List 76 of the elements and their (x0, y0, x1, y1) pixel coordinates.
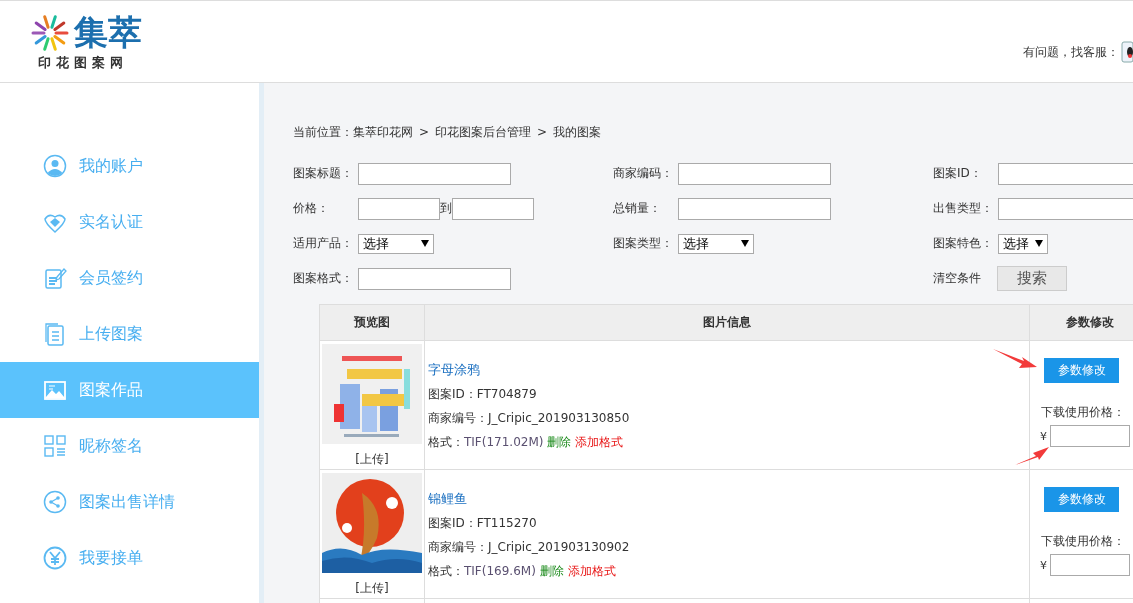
price-input[interactable] (1050, 425, 1130, 447)
image-icon (43, 378, 67, 402)
currency-symbol: ¥ (1040, 558, 1047, 572)
field-label: 出售类型： (933, 200, 994, 217)
select-field[interactable]: 选择 (358, 233, 434, 254)
input-field[interactable] (678, 162, 831, 185)
sidebar-item[interactable]: 会员签约 (0, 250, 259, 306)
field-label: 商家编码： (613, 165, 674, 182)
breadcrumb-separator: > (419, 125, 430, 139)
chat-icon[interactable] (1121, 41, 1133, 63)
add-format-link[interactable]: 添加格式 (567, 562, 616, 580)
price-label: 下载使用价格： (1041, 404, 1125, 421)
caret-icon (741, 240, 749, 247)
edit-parameters-button[interactable]: 参数修改 (1044, 487, 1119, 512)
caret-icon (421, 240, 429, 247)
sidebar-item[interactable]: 昵称签名 (0, 418, 259, 474)
pattern-id: 图案ID：FT704879 (428, 385, 537, 403)
edit-parameters-button[interactable]: 参数修改 (1044, 358, 1119, 383)
field-label: 总销量： (613, 200, 662, 217)
caret-icon (1035, 240, 1043, 247)
add-format-link[interactable]: 添加格式 (575, 433, 624, 451)
sidebar-item[interactable]: 我的账户 (0, 138, 259, 194)
price-label: 下载使用价格： (1041, 533, 1125, 550)
input-field[interactable] (998, 197, 1133, 220)
format-info: 格式：TIF(171.02M) (428, 433, 544, 451)
service-text: 有问题，找客服： (1023, 43, 1119, 61)
document-icon (43, 322, 67, 346)
breadcrumb-label: 当前位置：集萃印花网 (293, 123, 413, 141)
user-icon (43, 154, 67, 178)
upload-link[interactable]: [上传] (355, 580, 389, 597)
input-field[interactable] (358, 267, 511, 290)
column-header: 参数修改 (1066, 314, 1114, 331)
pattern-id: 图案ID：FT115270 (428, 514, 537, 532)
price-input[interactable] (1050, 554, 1130, 576)
logo-name: 集萃 (74, 11, 143, 54)
currency-symbol: ¥ (1040, 429, 1047, 443)
select-field[interactable]: 选择 (678, 233, 754, 254)
input-field[interactable] (452, 197, 534, 220)
input-field[interactable] (678, 197, 831, 220)
upload-link[interactable]: [上传] (355, 451, 389, 468)
sidebar-item[interactable]: 实名认证 (0, 194, 259, 250)
select-field[interactable]: 选择 (998, 233, 1048, 254)
logo-icon (30, 12, 70, 53)
input-field[interactable] (358, 197, 440, 220)
clear-filters-link[interactable]: 清空条件 (933, 270, 997, 287)
field-label: 图案特色： (933, 235, 994, 252)
breadcrumb-separator: > (537, 125, 548, 139)
field-label: 适用产品： (293, 235, 354, 252)
logo-tagline: 印花图案网 (38, 53, 129, 72)
format-info: 格式：TIF(169.6M) (428, 562, 536, 580)
yen-icon (43, 546, 67, 570)
input-field[interactable] (358, 162, 511, 185)
merchant-code: 商家编号：J_Cripic_201903130850 (428, 409, 630, 427)
pattern-title-link[interactable]: 锦鲤鱼 (428, 490, 467, 508)
sidebar-item[interactable]: 我要接单 (0, 530, 259, 586)
pattern-title-link[interactable]: 字母涂鸦 (428, 361, 480, 379)
grid-icon (43, 434, 67, 458)
sidebar-item[interactable]: 图案出售详情 (0, 474, 259, 530)
field-label: 图案格式： (293, 270, 354, 287)
search-button[interactable]: 搜索 (997, 266, 1067, 291)
document-pen-icon (43, 266, 67, 290)
delete-link[interactable]: 删除 (547, 433, 572, 451)
breadcrumb-item[interactable]: 印花图案后台管理 (435, 123, 532, 141)
field-label: 图案类型： (613, 235, 674, 252)
share-icon (43, 490, 67, 514)
column-header: 预览图 (354, 314, 390, 331)
column-header: 图片信息 (703, 314, 751, 331)
input-field[interactable] (998, 162, 1133, 185)
field-label: 价格： (293, 200, 330, 217)
range-separator: 到 (440, 200, 452, 217)
sidebar-item[interactable]: 上传图案 (0, 306, 259, 362)
field-label: 图案ID： (933, 165, 983, 182)
field-label: 图案标题： (293, 165, 354, 182)
delete-link[interactable]: 删除 (539, 562, 564, 580)
breadcrumb-item[interactable]: 我的图案 (553, 123, 602, 141)
merchant-code: 商家编号：J_Cripic_201903130902 (428, 538, 630, 556)
